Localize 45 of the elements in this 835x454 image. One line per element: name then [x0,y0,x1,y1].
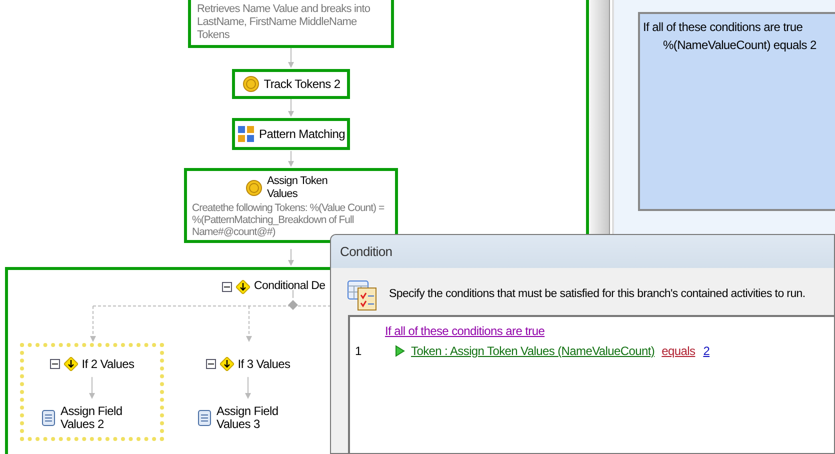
connector-arrow [287,48,295,68]
operator-link[interactable]: equals [662,342,696,360]
operand-link[interactable]: Token : Assign Token Values (NameValueCount) [411,342,655,360]
activity-description: Retrieves Name Value and breaks into LastName, FirstName MiddleName Tokens [197,3,372,42]
activity-box[interactable]: Pattern Matching [232,118,350,150]
activity-title: Pattern Matching [259,126,345,143]
checklist-icon [347,279,379,311]
activity-box[interactable]: Retrieves Name Value and breaks into LastName, FirstName MiddleName Tokens [188,0,394,48]
conditions-link[interactable]: If all of these conditions are true [385,322,545,340]
branch-title: If 2 Values [82,356,134,373]
summary-text: If all of these conditions are true [643,19,804,36]
document-icon [198,410,210,426]
grid-icon [237,125,256,143]
row-number: 1 [355,343,362,360]
instruction-text: Specify the conditions that must be satisfied for this branch's contained activities to run. [389,287,806,302]
connector-arrow [287,99,295,117]
connector-arrow [244,377,252,399]
condition-text: %(NameValueCount) equals 2 [662,37,818,54]
connector-arrow [287,249,295,266]
activity-box[interactable]: Track Tokens 2 [232,69,350,99]
branch-box[interactable]: If 2 Values Assign Field Values 2 [20,343,164,441]
branch-box[interactable]: If 3 Values Assign Field Values 3 [176,343,320,441]
splitter-bar[interactable] [590,0,610,234]
document-icon [42,410,54,426]
diamond-icon [236,280,250,294]
dialog-title: Condition [340,242,392,261]
activity-title: Assign Token Values [267,175,328,201]
activity-title[interactable]: Assign Field Values 2 [60,405,132,431]
activity-description: Createthe following Tokens: %(Value Count) = %(PatternMatching_Breakdown of Full Name#@count@#) [192,202,386,238]
branch-title: If 3 Values [238,356,290,373]
collapse-icon[interactable] [50,359,60,369]
diamond-icon [64,357,78,371]
diamond-icon [220,357,234,371]
connector-arrow [88,377,96,399]
activity-title[interactable]: Assign Field Values 3 [216,405,288,431]
play-icon [395,345,405,357]
connector-arrow [287,151,295,167]
activity-box[interactable]: Assign Token Values Createthe following Tokens: %(Value Count) = %(PatternMatching_Breakdown of Full Name#@count@#) [184,168,398,243]
collapse-icon[interactable] [206,359,216,369]
conditional-title: Conditional De [254,279,326,294]
activity-title: Track Tokens 2 [264,76,340,93]
coin-icon [245,179,263,197]
value-link[interactable]: 2 [703,342,710,360]
collapse-icon[interactable] [222,282,232,292]
coin-icon [242,75,260,93]
